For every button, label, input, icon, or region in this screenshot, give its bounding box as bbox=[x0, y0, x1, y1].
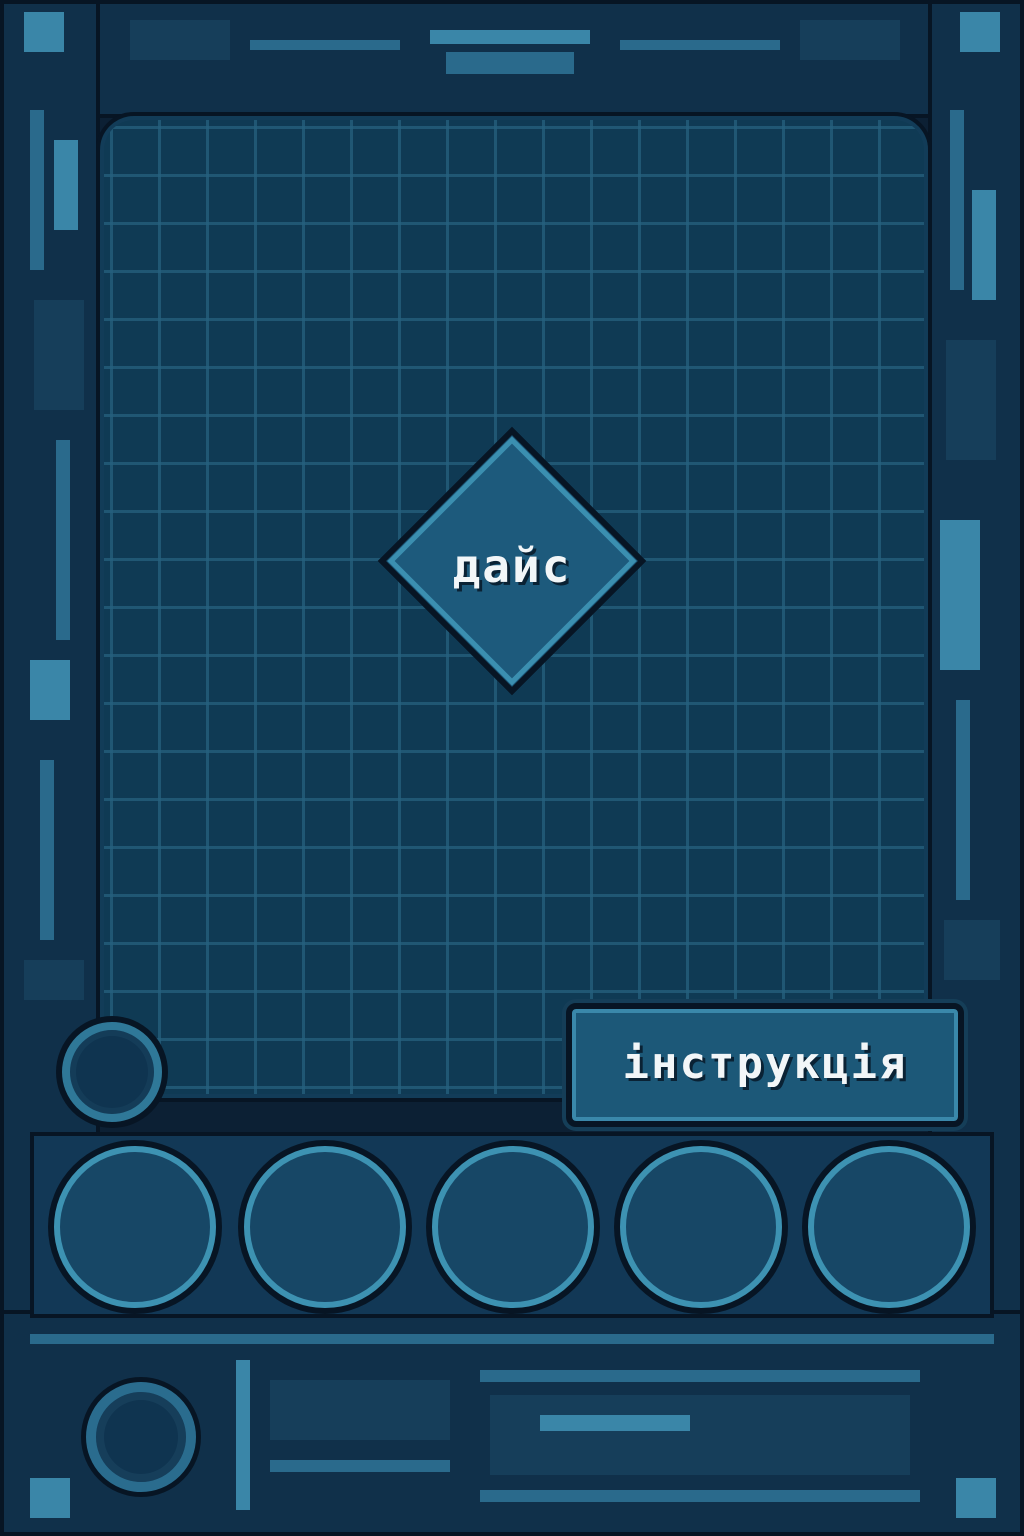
circuit-trace bbox=[30, 110, 44, 270]
circuit-trace bbox=[960, 12, 1000, 52]
circuit-trace bbox=[480, 1490, 920, 1502]
circuit-trace bbox=[956, 700, 970, 900]
circuit-trace bbox=[956, 1478, 996, 1518]
dice-slot-2[interactable] bbox=[244, 1146, 406, 1308]
circuit-trace bbox=[40, 760, 54, 940]
circuit-trace bbox=[480, 1370, 920, 1382]
circuit-trace bbox=[940, 520, 980, 670]
circuit-trace bbox=[236, 1360, 250, 1510]
circuit-trace bbox=[944, 920, 1000, 980]
instruction-button[interactable]: інструкція bbox=[566, 1003, 964, 1127]
circuit-trace bbox=[30, 1478, 70, 1518]
circuit-trace bbox=[490, 1395, 910, 1475]
gear-icon bbox=[86, 1382, 196, 1492]
circuit-trace bbox=[30, 1334, 994, 1344]
circuit-trace bbox=[250, 40, 400, 50]
circuit-trace bbox=[620, 40, 780, 50]
circuit-trace bbox=[24, 960, 84, 1000]
circuit-trace bbox=[56, 440, 70, 640]
circuit-trace bbox=[24, 12, 64, 52]
dice-slot-3[interactable] bbox=[432, 1146, 594, 1308]
circuit-trace bbox=[446, 52, 574, 74]
circuit-trace bbox=[800, 20, 900, 60]
dice-slot-5[interactable] bbox=[808, 1146, 970, 1308]
circuit-trace bbox=[34, 300, 84, 410]
circuit-trace bbox=[946, 340, 996, 460]
circuit-trace bbox=[270, 1380, 450, 1440]
circuit-trace bbox=[972, 190, 996, 300]
circuit-trace bbox=[30, 660, 70, 720]
circuit-trace bbox=[54, 140, 78, 230]
circuit-trace bbox=[430, 30, 590, 44]
ring-icon bbox=[62, 1022, 162, 1122]
circuit-trace bbox=[270, 1460, 450, 1472]
dice-slot-4[interactable] bbox=[620, 1146, 782, 1308]
circuit-trace bbox=[540, 1415, 690, 1431]
circuit-trace bbox=[130, 20, 230, 60]
game-screen: дайс інструкція bbox=[0, 0, 1024, 1536]
circuit-trace bbox=[950, 110, 964, 290]
dice-slot-1[interactable] bbox=[54, 1146, 216, 1308]
